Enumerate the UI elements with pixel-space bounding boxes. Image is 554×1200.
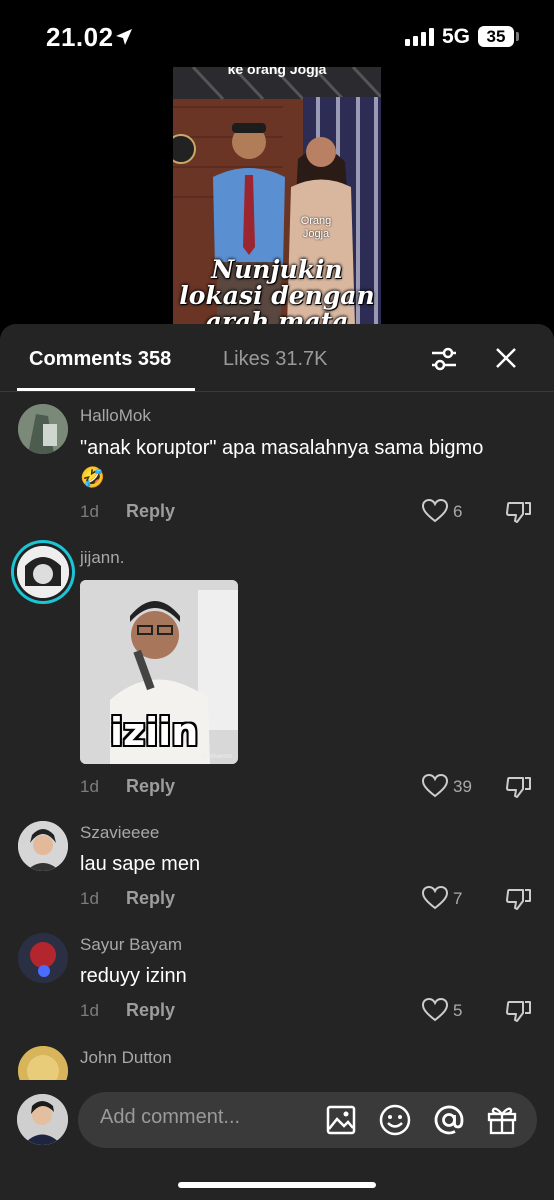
dislike-icon[interactable] — [506, 499, 532, 525]
comment-username[interactable]: HalloMok — [80, 406, 151, 426]
avatar[interactable] — [17, 1094, 68, 1145]
reply-button[interactable]: Reply — [126, 888, 175, 909]
comment-username[interactable]: Szavieeee — [80, 823, 159, 843]
sticker-watermark: @iciliverrnn — [200, 754, 232, 760]
location-arrow-icon — [116, 29, 132, 45]
comment-input[interactable] — [100, 1106, 320, 1129]
avatar[interactable] — [18, 404, 68, 454]
heart-icon[interactable] — [422, 886, 448, 910]
avatar[interactable] — [11, 540, 75, 604]
active-tab-indicator — [17, 388, 195, 391]
tab-likes[interactable]: Likes 31.7K — [223, 348, 328, 371]
comment-username[interactable]: jijann. — [80, 548, 124, 568]
avatar-ring — [14, 543, 72, 601]
avatar[interactable] — [18, 933, 68, 983]
comment-item: HalloMok "anak koruptor" apa masalahnya … — [0, 400, 554, 530]
comments-sheet: Comments 358 Likes 31.7K HalloMok "anak … — [0, 324, 554, 1200]
gift-icon[interactable] — [486, 1104, 518, 1136]
comment-item: John Dutton — [0, 1042, 554, 1080]
comment-time: 1d — [80, 1001, 99, 1020]
comment-item: Sayur Bayam reduyy izinn 1d Reply 5 — [0, 930, 554, 1030]
comment-username[interactable]: John Dutton — [80, 1048, 172, 1068]
comment-emoji: 🤣 — [80, 467, 105, 489]
heart-icon[interactable] — [422, 499, 448, 523]
reply-button[interactable]: Reply — [126, 1000, 175, 1021]
screen: 21.02 5G 35 ke orang Jogja Orang Jogja N… — [0, 0, 554, 1200]
video-preview[interactable]: ke orang Jogja Orang Jogja Nunjukin loka… — [173, 67, 381, 327]
comment-item: Szavieeee lau sape men 1d Reply 7 — [0, 818, 554, 918]
like-count: 5 — [453, 1001, 463, 1020]
network-type: 5G — [442, 25, 471, 48]
like-count: 39 — [453, 777, 472, 796]
dislike-icon[interactable] — [506, 774, 532, 800]
comment-item: jijann. iziin @iciliverrnn 1d Reply 39 — [0, 532, 554, 802]
like-count: 6 — [453, 502, 463, 521]
comment-input-box[interactable] — [78, 1092, 537, 1148]
dislike-icon[interactable] — [506, 998, 532, 1024]
avatar[interactable] — [18, 821, 68, 871]
video-caption: Nunjukin lokasi dengan arah mata — [179, 255, 375, 328]
status-bar: 21.02 5G 35 — [0, 0, 554, 70]
filter-icon[interactable] — [430, 346, 458, 372]
avatar-image — [17, 546, 69, 598]
home-indicator[interactable] — [178, 1182, 376, 1188]
battery-icon: 35 — [478, 26, 514, 47]
video-caption-top: ke orang Jogja — [227, 67, 327, 77]
comment-time: 1d — [80, 889, 99, 908]
sticker-text: iziin — [110, 710, 199, 754]
comment-text: lau sape men — [80, 853, 201, 875]
battery-tip — [516, 32, 519, 41]
comment-time: 1d — [80, 777, 99, 796]
comment-sticker[interactable]: iziin @iciliverrnn — [80, 580, 238, 764]
close-icon[interactable] — [495, 347, 517, 369]
like-count: 7 — [453, 889, 463, 908]
heart-icon[interactable] — [422, 998, 448, 1022]
video-label: Orang Jogja — [300, 215, 332, 240]
heart-icon[interactable] — [422, 774, 448, 798]
comment-time: 1d — [80, 502, 99, 521]
mention-icon[interactable] — [433, 1104, 465, 1136]
comment-username[interactable]: Sayur Bayam — [80, 935, 182, 955]
signal-icon — [405, 28, 434, 46]
image-icon[interactable] — [326, 1105, 356, 1135]
reply-button[interactable]: Reply — [126, 501, 175, 522]
reply-button[interactable]: Reply — [126, 776, 175, 797]
tab-comments[interactable]: Comments 358 — [29, 348, 171, 371]
status-time: 21.02 — [46, 22, 114, 52]
comment-text: reduyy izinn — [80, 965, 187, 987]
emoji-icon[interactable] — [379, 1104, 411, 1136]
tab-bar: Comments 358 Likes 31.7K — [0, 324, 554, 392]
dislike-icon[interactable] — [506, 886, 532, 912]
comment-text: "anak koruptor" apa masalahnya sama bigm… — [80, 433, 540, 493]
comment-text-body: "anak koruptor" apa masalahnya sama bigm… — [80, 437, 484, 459]
avatar[interactable] — [18, 1046, 68, 1080]
